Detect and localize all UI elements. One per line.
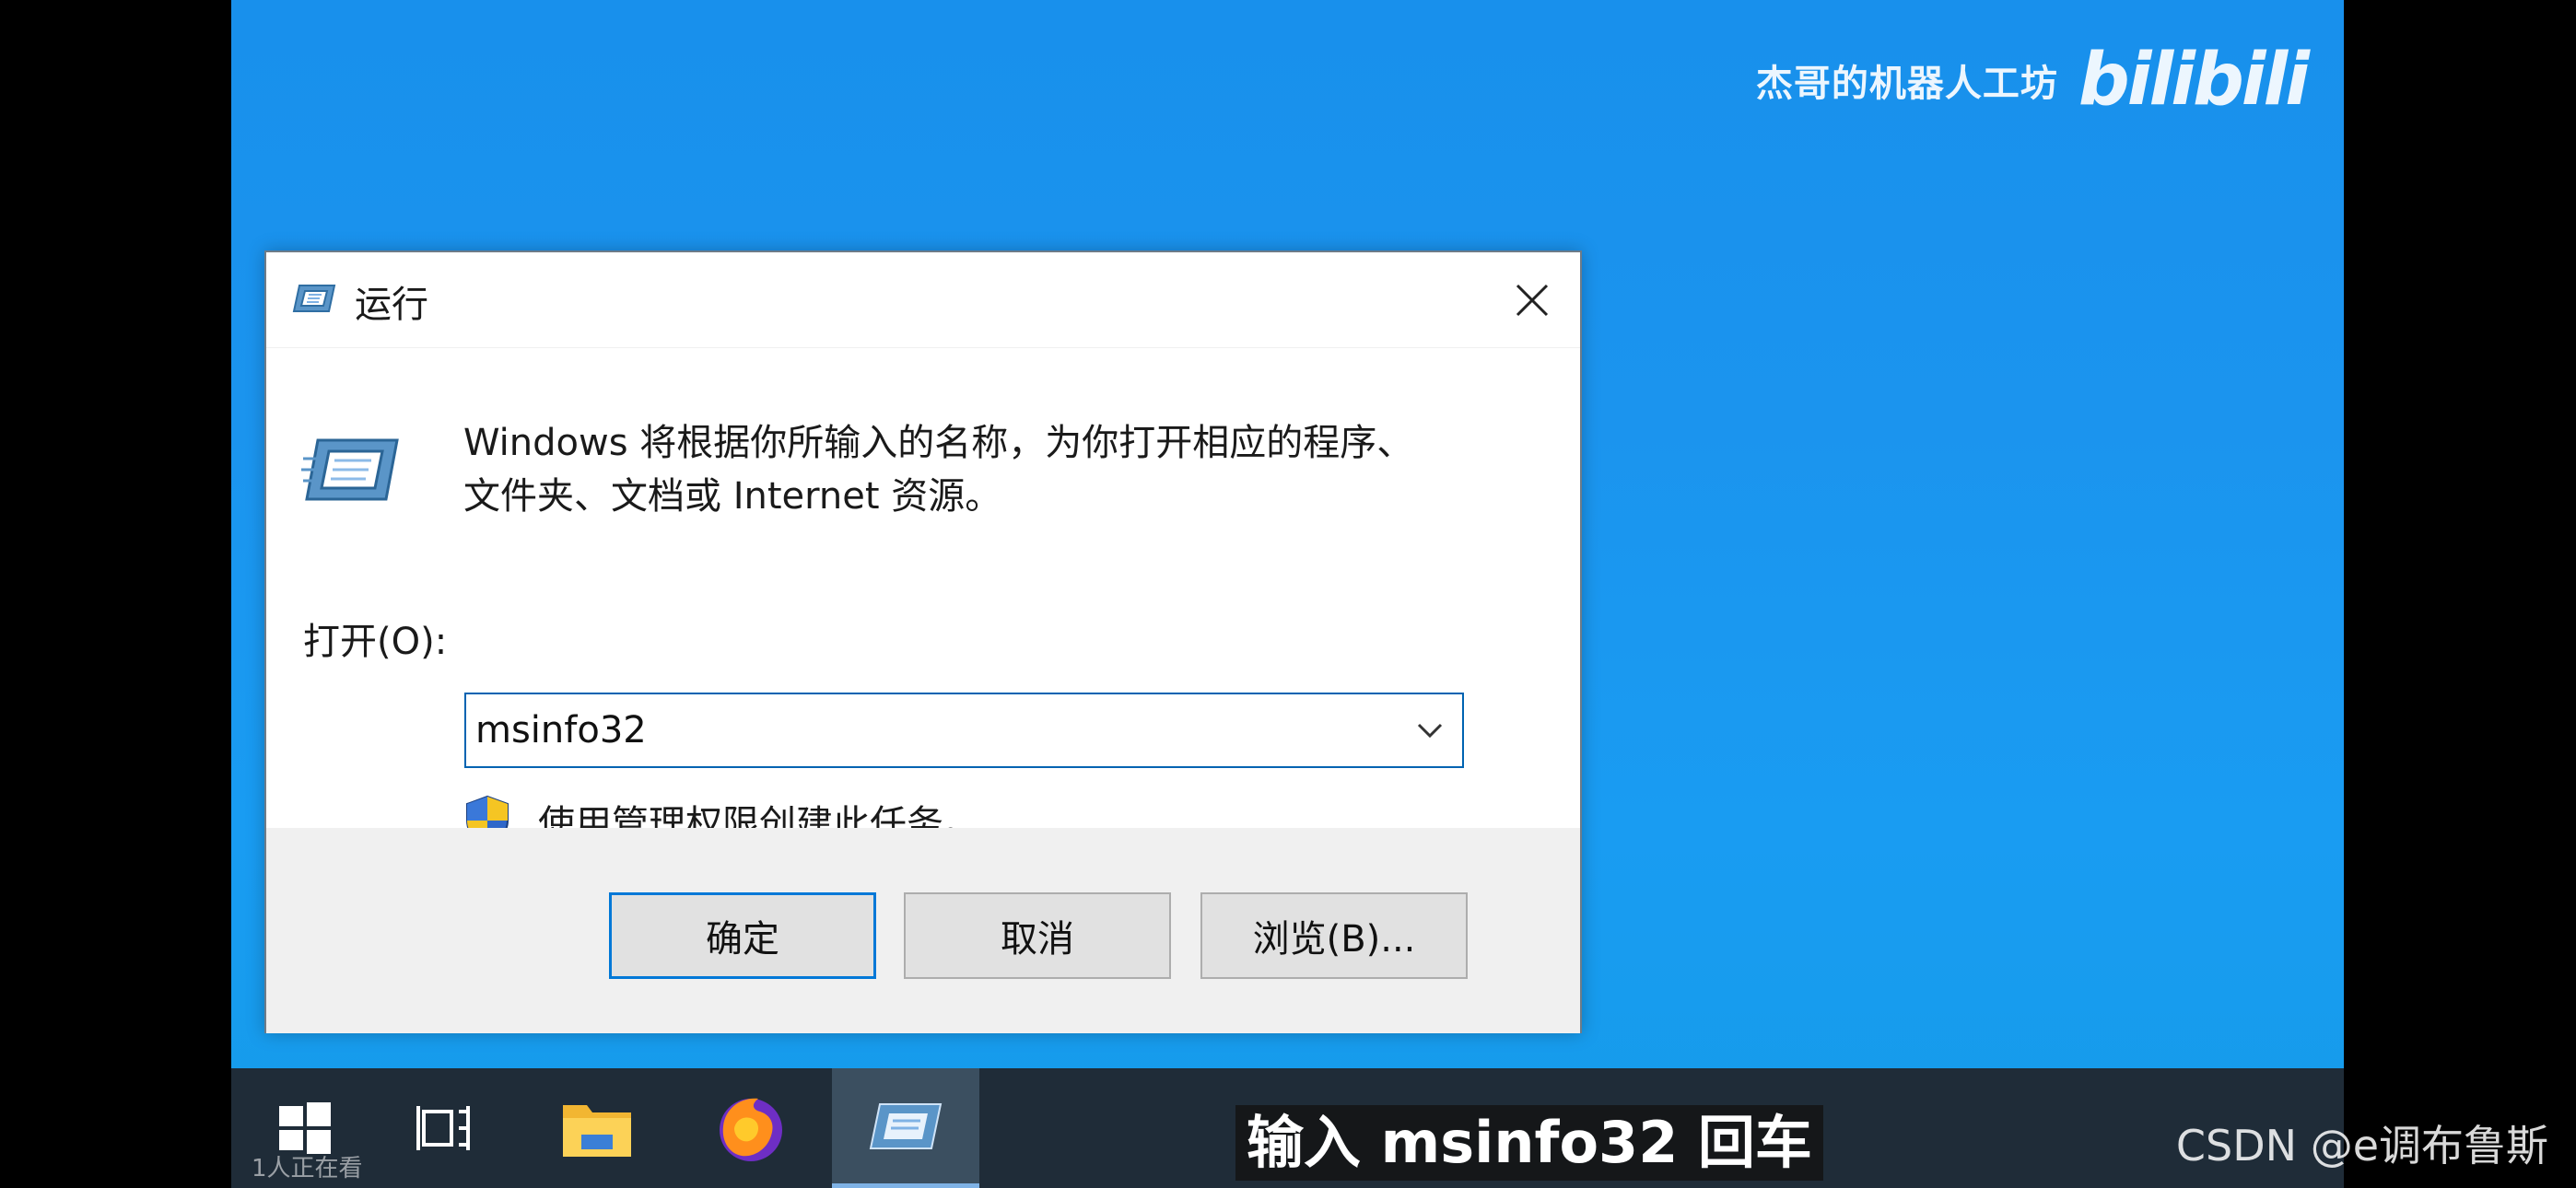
csdn-watermark: CSDN @e调布鲁斯 — [2175, 1121, 2548, 1171]
video-frame: 杰哥的机器人工坊 bilibili 运行 Windows 将根据你所输入的名称，… — [231, 0, 2344, 1188]
channel-name: 杰哥的机器人工坊 — [1755, 63, 2058, 105]
browse-button[interactable]: 浏览(B)... — [1200, 892, 1468, 979]
dialog-title: 运行 — [355, 284, 428, 326]
viewer-count: 1人正在看 — [252, 1155, 363, 1182]
firefox-icon — [720, 1098, 782, 1161]
open-combobox[interactable] — [464, 693, 1464, 768]
task-view-icon — [416, 1106, 470, 1150]
open-dropdown-button[interactable] — [1398, 694, 1462, 766]
chevron-down-icon — [1417, 723, 1443, 739]
task-view-button[interactable] — [371, 1068, 519, 1188]
dialog-footer: 确定 取消 浏览(B)... — [266, 828, 1580, 1033]
open-input[interactable] — [475, 694, 1378, 766]
file-explorer-button[interactable] — [523, 1068, 671, 1188]
close-icon — [1516, 284, 1549, 317]
run-large-icon — [301, 438, 399, 501]
dialog-titlebar[interactable]: 运行 — [266, 252, 1580, 348]
open-label: 打开(O): — [303, 621, 448, 663]
run-taskbar-icon — [869, 1102, 943, 1149]
bilibili-logo: bilibili — [2078, 39, 2310, 122]
close-button[interactable] — [1501, 269, 1563, 332]
screen: 杰哥的机器人工坊 bilibili 运行 Windows 将根据你所输入的名称，… — [0, 0, 2576, 1188]
description-line-1: Windows 将根据你所输入的名称，为你打开相应的程序、 — [463, 422, 1414, 464]
windows-logo-icon — [279, 1102, 331, 1154]
dialog-description: Windows 将根据你所输入的名称，为你打开相应的程序、 文件夹、文档或 In… — [463, 416, 1495, 523]
ok-button[interactable]: 确定 — [609, 892, 876, 979]
channel-watermark: 杰哥的机器人工坊 bilibili — [1755, 39, 2310, 122]
cancel-button[interactable]: 取消 — [904, 892, 1171, 979]
folder-icon — [563, 1105, 631, 1157]
description-line-2: 文件夹、文档或 Internet 资源。 — [463, 475, 1002, 518]
video-subtitle: 输入 msinfo32 回车 — [1235, 1105, 1823, 1181]
run-dialog: 运行 Windows 将根据你所输入的名称，为你打开相应的程序、 文件夹、文档或 — [264, 250, 1582, 1033]
run-app-icon — [292, 285, 336, 312]
firefox-button[interactable] — [677, 1068, 825, 1188]
run-taskbar-button[interactable] — [832, 1068, 979, 1188]
